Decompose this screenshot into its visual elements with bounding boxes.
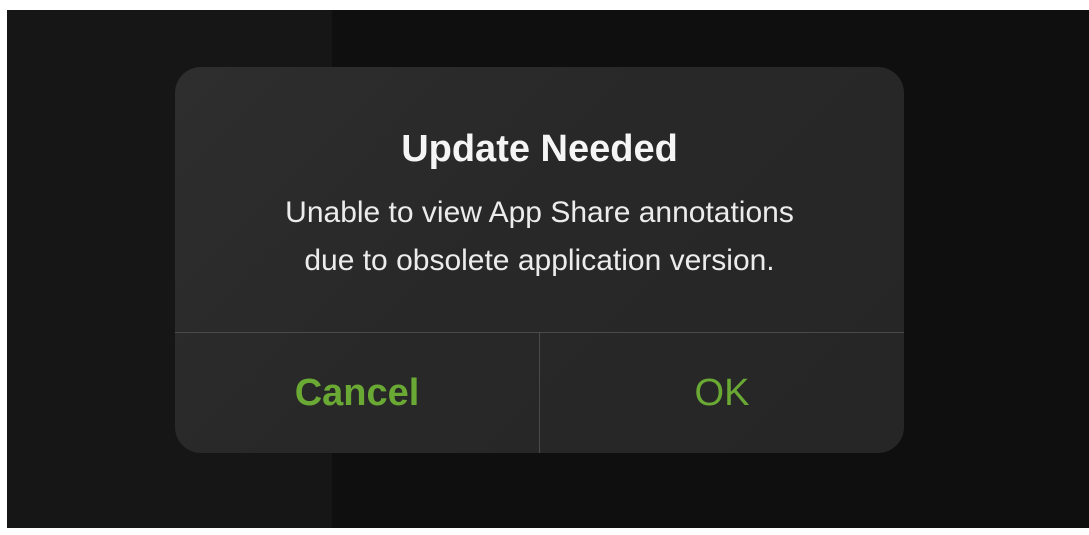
alert-body: Update Needed Unable to view App Share a… bbox=[175, 67, 904, 332]
app-screen-background: Update Needed Unable to view App Share a… bbox=[7, 10, 1089, 528]
ok-button[interactable]: OK bbox=[540, 333, 904, 453]
update-needed-alert-dialog: Update Needed Unable to view App Share a… bbox=[175, 67, 904, 453]
alert-message-line-1: Unable to view App Share annotations bbox=[285, 196, 794, 229]
alert-actions: Cancel OK bbox=[175, 333, 904, 453]
alert-message-line-2: due to obsolete application version. bbox=[304, 244, 775, 277]
alert-message: Unable to view App Share annotations due… bbox=[215, 189, 864, 285]
alert-title: Update Needed bbox=[401, 128, 678, 170]
cancel-button[interactable]: Cancel bbox=[175, 333, 539, 453]
